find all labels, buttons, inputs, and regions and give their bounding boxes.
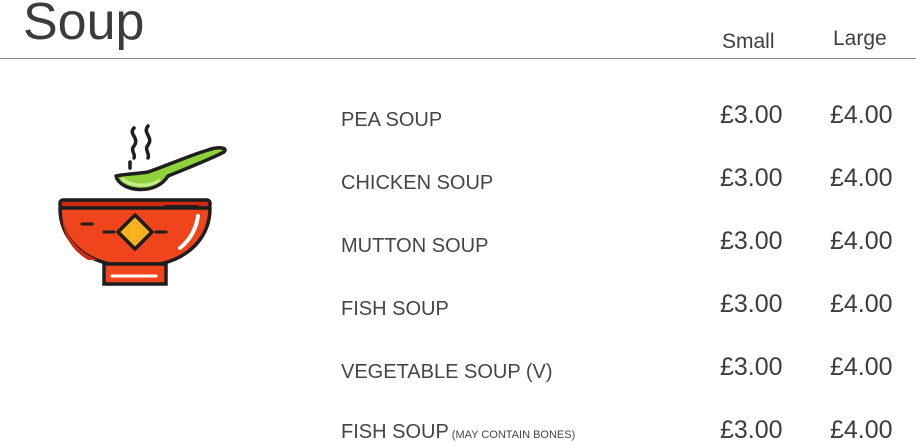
item-note: (MAY CONTAIN BONES) <box>451 429 576 441</box>
menu-item: CHICKEN SOUP £3.00 £4.00 <box>0 159 916 195</box>
soup-bowl-icon <box>58 124 227 286</box>
menu-page: Soup Small Large PEA SOUP £3.00 £4.00 CH… <box>0 0 916 445</box>
price-small: £3.00 <box>720 164 783 192</box>
item-name: VEGETABLE SOUP (V) <box>341 360 553 384</box>
price-small: £3.00 <box>720 290 783 318</box>
item-name-text: FISH SOUP <box>341 421 449 443</box>
column-header-small: Small <box>722 30 775 53</box>
item-name-text: FISH SOUP <box>341 298 449 320</box>
price-small: £3.00 <box>720 227 783 255</box>
menu-item: FISH SOUP £3.00 £4.00 <box>0 285 916 321</box>
menu-item: FISH SOUP (MAY CONTAIN BONES) £3.00 £4.00 <box>0 411 916 445</box>
item-name: MUTTON SOUP <box>341 234 488 258</box>
price-large: £4.00 <box>830 101 893 129</box>
item-name: CHICKEN SOUP <box>341 171 493 195</box>
menu-item: VEGETABLE SOUP (V) £3.00 £4.00 <box>0 348 916 384</box>
menu-item: MUTTON SOUP £3.00 £4.00 <box>0 222 916 258</box>
item-name: FISH SOUP <box>341 297 449 321</box>
price-small: £3.00 <box>720 416 783 444</box>
item-name-text: CHICKEN SOUP <box>341 172 494 194</box>
item-name: FISH SOUP (MAY CONTAIN BONES) <box>341 420 575 445</box>
item-name: PEA SOUP <box>341 108 442 132</box>
price-large: £4.00 <box>830 164 893 192</box>
menu-item: PEA SOUP £3.00 £4.00 <box>0 96 916 132</box>
price-small: £3.00 <box>720 353 783 381</box>
header-divider <box>0 58 916 59</box>
price-small: £3.00 <box>720 101 783 129</box>
section-title: Soup <box>23 0 145 51</box>
item-name-text: MUTTON SOUP <box>341 235 489 257</box>
price-large: £4.00 <box>830 290 893 318</box>
price-large: £4.00 <box>830 227 893 255</box>
price-large: £4.00 <box>830 353 893 381</box>
item-name-text: VEGETABLE SOUP (V) <box>341 361 553 383</box>
item-name-text: PEA SOUP <box>341 109 443 131</box>
column-header-large: Large <box>833 27 887 50</box>
price-large: £4.00 <box>830 416 893 444</box>
